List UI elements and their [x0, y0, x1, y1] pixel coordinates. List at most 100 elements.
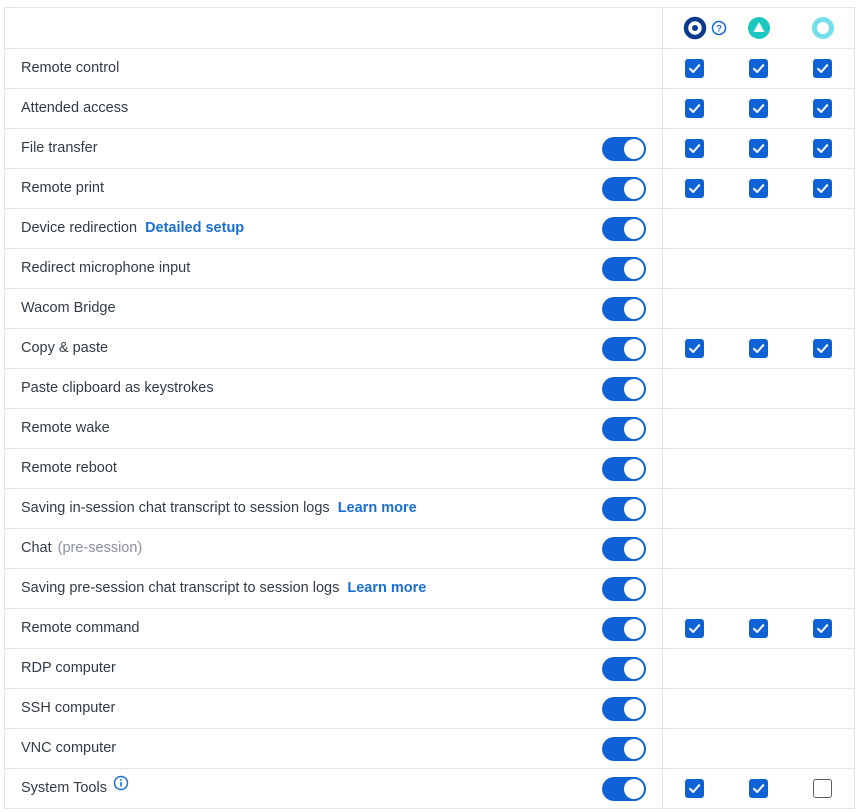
platform-3-checkbox[interactable] [813, 779, 832, 798]
column-divider [662, 89, 663, 128]
toggle-knob [624, 419, 644, 439]
platform-3-checkbox[interactable] [813, 59, 832, 78]
light-teal-ring-icon [812, 17, 834, 39]
feature-toggle[interactable] [602, 737, 646, 761]
column-divider [662, 449, 663, 488]
checkmark-icon [817, 104, 829, 113]
feature-toggle[interactable] [602, 657, 646, 681]
table-row: Chat (pre-session) [5, 528, 854, 568]
toggle-knob [624, 259, 644, 279]
platform-2-checkbox[interactable] [749, 99, 768, 118]
checkmark-icon [753, 64, 765, 73]
platform-2-checkbox[interactable] [749, 179, 768, 198]
feature-toggle[interactable] [602, 457, 646, 481]
row-label: Remote wake [21, 409, 110, 448]
column-divider [662, 169, 663, 208]
row-label: File transfer [21, 129, 98, 168]
feature-toggle[interactable] [602, 577, 646, 601]
table-row: Remote control [5, 48, 854, 88]
table-row: Wacom Bridge [5, 288, 854, 328]
platform-1-checkbox[interactable] [685, 619, 704, 638]
question-circle-icon[interactable]: ? [711, 20, 727, 36]
row-label-text: Attended access [21, 100, 129, 116]
checkmark-icon [689, 64, 701, 73]
checkmark-icon [689, 144, 701, 153]
platform-1-checkbox[interactable] [685, 99, 704, 118]
row-label: VNC computer [21, 729, 116, 768]
feature-toggle[interactable] [602, 777, 646, 801]
platform-1-checkbox[interactable] [685, 59, 704, 78]
toggle-knob [624, 459, 644, 479]
toggle-knob [624, 739, 644, 759]
platform-1-checkbox[interactable] [685, 139, 704, 158]
platform-3-checkbox[interactable] [813, 99, 832, 118]
feature-toggle[interactable] [602, 377, 646, 401]
learn-more-link[interactable]: Learn more [347, 580, 426, 596]
column-divider [662, 49, 663, 88]
platform-3-checkbox[interactable] [813, 179, 832, 198]
platform-1-checkbox[interactable] [685, 779, 704, 798]
feature-toggle[interactable] [602, 177, 646, 201]
checkmark-icon [689, 624, 701, 633]
feature-toggle[interactable] [602, 417, 646, 441]
column-divider [662, 769, 663, 808]
checkmark-icon [817, 64, 829, 73]
checkmark-icon [689, 344, 701, 353]
feature-toggle[interactable] [602, 617, 646, 641]
toggle-knob [624, 219, 644, 239]
checkmark-icon [689, 784, 701, 793]
row-label-text: Remote control [21, 60, 120, 76]
row-label-text: Remote reboot [21, 460, 117, 476]
checkmark-icon [817, 344, 829, 353]
platform-3-checkbox[interactable] [813, 339, 832, 358]
info-circle-icon[interactable] [113, 768, 129, 807]
platform-2-checkbox[interactable] [749, 59, 768, 78]
checkmark-icon [753, 104, 765, 113]
row-label: System Tools [21, 769, 129, 808]
platform-2-checkbox[interactable] [749, 779, 768, 798]
feature-toggle[interactable] [602, 137, 646, 161]
row-label-text: Paste clipboard as keystrokes [21, 380, 214, 396]
row-label-text: SSH computer [21, 700, 116, 716]
table-row: Remote reboot [5, 448, 854, 488]
feature-toggle[interactable] [602, 537, 646, 561]
column-divider [662, 489, 663, 528]
platform-1-checkbox[interactable] [685, 339, 704, 358]
table-row: File transfer [5, 128, 854, 168]
row-label: SSH computer [21, 689, 115, 728]
platform-2-checkbox[interactable] [749, 139, 768, 158]
column-divider [662, 529, 663, 568]
table-row: SSH computer [5, 688, 854, 728]
feature-toggle[interactable] [602, 257, 646, 281]
row-label: Saving pre-session chat transcript to se… [21, 569, 426, 608]
column-divider [662, 689, 663, 728]
row-label-text: Chat [21, 540, 52, 556]
table-row: Attended access [5, 88, 854, 128]
toggle-knob [624, 179, 644, 199]
platform-2-checkbox[interactable] [749, 619, 768, 638]
platform-2-checkbox[interactable] [749, 339, 768, 358]
row-label: Remote command [21, 609, 139, 648]
table-row: Paste clipboard as keystrokes [5, 368, 854, 408]
checkmark-icon [689, 184, 701, 193]
column-divider [662, 8, 663, 48]
toggle-knob [624, 339, 644, 359]
feature-toggle[interactable] [602, 697, 646, 721]
row-label-text: System Tools [21, 780, 107, 796]
toggle-knob [624, 779, 644, 799]
feature-toggle[interactable] [602, 337, 646, 361]
platform-3-checkbox[interactable] [813, 139, 832, 158]
feature-toggle[interactable] [602, 217, 646, 241]
toggle-knob [624, 379, 644, 399]
platform-3-checkbox[interactable] [813, 619, 832, 638]
row-label: Redirect microphone input [21, 249, 190, 288]
row-label: Remote control [21, 49, 119, 88]
platform-1-checkbox[interactable] [685, 179, 704, 198]
table-row: System Tools [5, 768, 854, 808]
detailed-setup-link[interactable]: Detailed setup [145, 220, 244, 236]
column-divider [662, 649, 663, 688]
column-divider [662, 729, 663, 768]
feature-toggle[interactable] [602, 297, 646, 321]
feature-toggle[interactable] [602, 497, 646, 521]
learn-more-link[interactable]: Learn more [338, 500, 417, 516]
